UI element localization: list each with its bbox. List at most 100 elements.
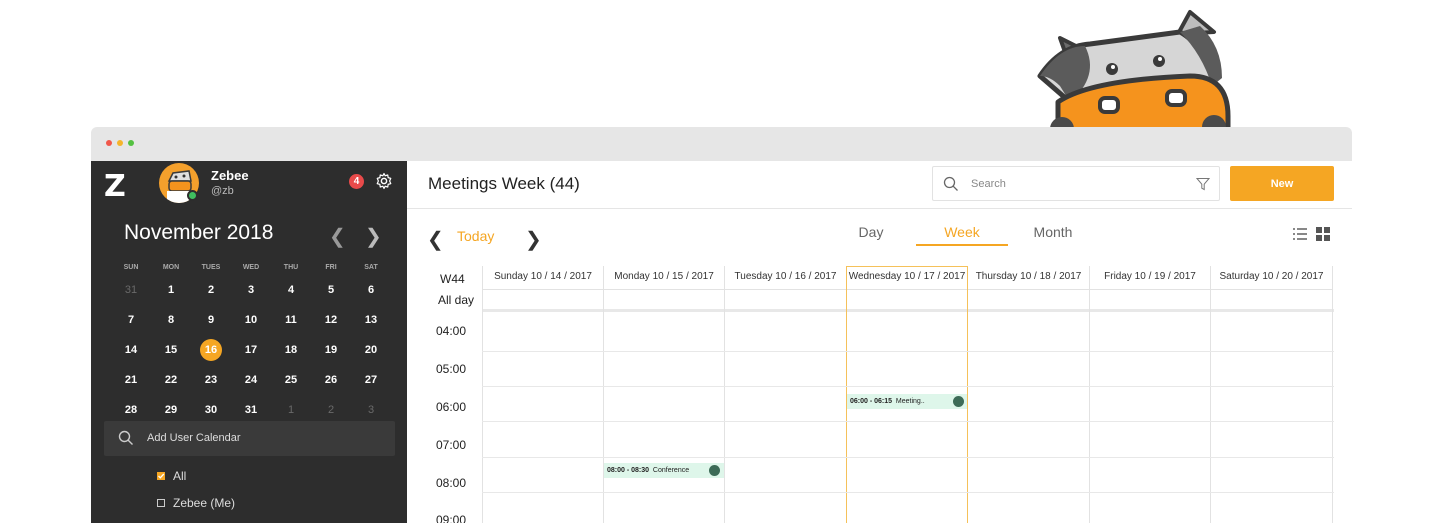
gear-icon[interactable] xyxy=(375,172,393,190)
app-logo[interactable]: Z xyxy=(104,169,126,204)
calendar-day[interactable]: 21 xyxy=(111,369,151,391)
add-user-calendar-placeholder: Add User Calendar xyxy=(147,432,241,444)
tab-month[interactable]: Month xyxy=(1007,224,1099,246)
calendar-day[interactable]: 19 xyxy=(311,339,351,361)
weekday-label: WED xyxy=(242,264,260,271)
add-user-calendar-input[interactable]: Add User Calendar xyxy=(104,421,395,456)
calendar-day[interactable]: 29 xyxy=(151,399,191,421)
hour-divider xyxy=(482,386,1334,387)
today-marker: 16 xyxy=(200,339,222,361)
calendar-day[interactable]: 25 xyxy=(271,369,311,391)
today-button[interactable]: Today xyxy=(457,228,494,244)
user-handle: @zb xyxy=(211,185,234,197)
calendar-day[interactable]: 4 xyxy=(271,279,311,301)
all-day-label: All day xyxy=(437,293,475,307)
calendar-day[interactable]: 6 xyxy=(351,279,391,301)
calendar-day[interactable]: 1 xyxy=(151,279,191,301)
calendar-day[interactable]: 24 xyxy=(231,369,271,391)
calendar-day[interactable]: 22 xyxy=(151,369,191,391)
weekday-label: SAT xyxy=(364,264,378,271)
minimize-window-dot[interactable] xyxy=(117,140,123,146)
time-label: 06:00 xyxy=(436,400,467,414)
day-column-header[interactable]: Tuesday 10 / 16 / 2017 xyxy=(724,266,846,290)
calendar-day[interactable]: 13 xyxy=(351,309,391,331)
checkbox-checked[interactable] xyxy=(157,472,165,480)
calendar-day[interactable]: 2 xyxy=(191,279,231,301)
weekday-label: THU xyxy=(283,264,299,271)
calendar-day[interactable]: 27 xyxy=(351,369,391,391)
calendar-day[interactable]: 5 xyxy=(311,279,351,301)
maximize-window-dot[interactable] xyxy=(128,140,134,146)
calendar-day[interactable]: 1 xyxy=(271,399,311,421)
grid-view-icon[interactable] xyxy=(1316,227,1330,241)
day-column-header[interactable]: Sunday 10 / 14 / 2017 xyxy=(482,266,603,290)
calendar-day[interactable]: 31 xyxy=(111,279,151,301)
filter-icon[interactable] xyxy=(1196,177,1210,191)
calendar-day[interactable]: 8 xyxy=(151,309,191,331)
list-view-icon[interactable] xyxy=(1293,227,1307,241)
calendar-day[interactable]: 15 xyxy=(151,339,191,361)
next-week-chevron-icon[interactable]: ❯ xyxy=(525,227,542,252)
checkmark-icon xyxy=(158,473,165,479)
calendar-filter-all[interactable]: All xyxy=(157,469,186,483)
close-window-dot[interactable] xyxy=(106,140,112,146)
calendar-day[interactable]: 12 xyxy=(311,309,351,331)
event-title: Conference xyxy=(652,467,690,474)
calendar-event[interactable]: 08:00 - 08:30 Conference xyxy=(604,463,724,478)
search-box[interactable] xyxy=(932,166,1220,201)
calendar-event[interactable]: 06:00 - 06:15 Meeting.. xyxy=(847,394,967,409)
day-column-header[interactable]: Friday 10 / 19 / 2017 xyxy=(1089,266,1210,290)
column-divider xyxy=(724,266,725,523)
tab-day[interactable]: Day xyxy=(825,224,917,246)
calendar-day[interactable]: 3 xyxy=(351,399,391,421)
time-label: 08:00 xyxy=(436,476,467,490)
calendar-day[interactable]: 3 xyxy=(231,279,271,301)
hour-divider xyxy=(482,492,1334,493)
weekday-label: FRI xyxy=(325,264,337,271)
online-status-indicator xyxy=(187,190,198,201)
event-attendee-avatar xyxy=(709,465,720,476)
calendar-day[interactable]: 17 xyxy=(231,339,271,361)
calendar-day-today[interactable]: 16 xyxy=(191,339,231,361)
calendar-day[interactable]: 9 xyxy=(191,309,231,331)
calendar-day[interactable]: 14 xyxy=(111,339,151,361)
search-icon xyxy=(943,176,958,191)
previous-month-chevron-icon[interactable]: ❮ xyxy=(329,224,346,249)
calendar-day[interactable]: 10 xyxy=(231,309,271,331)
calendar-day[interactable]: 31 xyxy=(231,399,271,421)
event-attendee-avatar xyxy=(953,396,964,407)
calendar-day[interactable]: 20 xyxy=(351,339,391,361)
calendar-week-row: 31 1 2 3 4 5 6 xyxy=(111,275,391,305)
column-divider xyxy=(603,266,604,523)
browser-window: Z Zebee @zb 4 November 2018 ❮ ❯ SUN MON … xyxy=(91,127,1352,523)
calendar-day[interactable]: 28 xyxy=(111,399,151,421)
page-title: Meetings Week (44) xyxy=(428,174,580,193)
calendar-day[interactable]: 30 xyxy=(191,399,231,421)
calendar-day[interactable]: 23 xyxy=(191,369,231,391)
calendar-day[interactable]: 2 xyxy=(311,399,351,421)
calendar-filter-me[interactable]: Zebee (Me) xyxy=(157,496,235,510)
new-button[interactable]: New xyxy=(1230,166,1334,201)
tab-week[interactable]: Week xyxy=(916,224,1008,246)
calendar-navigation: ❮ Today ❯ Day Week Month xyxy=(407,209,1352,259)
calendar-day[interactable]: 18 xyxy=(271,339,311,361)
search-input[interactable] xyxy=(971,176,1191,192)
weekday-label: MON xyxy=(162,264,180,271)
next-month-chevron-icon[interactable]: ❯ xyxy=(365,224,382,249)
day-column-header[interactable]: Monday 10 / 15 / 2017 xyxy=(603,266,724,290)
day-column-header[interactable]: Saturday 10 / 20 / 2017 xyxy=(1210,266,1332,290)
hour-divider xyxy=(482,421,1334,422)
previous-week-chevron-icon[interactable]: ❮ xyxy=(427,227,444,252)
day-column-header[interactable]: Thursday 10 / 18 / 2017 xyxy=(967,266,1089,290)
mini-calendar-month-title: November 2018 xyxy=(124,221,274,244)
search-icon xyxy=(118,430,133,445)
calendar-week-row: 14 15 16 17 18 19 20 xyxy=(111,335,391,365)
calendar-day[interactable]: 7 xyxy=(111,309,151,331)
notifications-badge[interactable]: 4 xyxy=(349,174,364,189)
page: Z Zebee @zb 4 November 2018 ❮ ❯ SUN MON … xyxy=(0,0,1440,523)
calendar-day[interactable]: 11 xyxy=(271,309,311,331)
column-divider xyxy=(1089,266,1090,523)
checkbox-unchecked[interactable] xyxy=(157,499,165,507)
calendar-day[interactable]: 26 xyxy=(311,369,351,391)
time-label: 04:00 xyxy=(436,324,467,338)
